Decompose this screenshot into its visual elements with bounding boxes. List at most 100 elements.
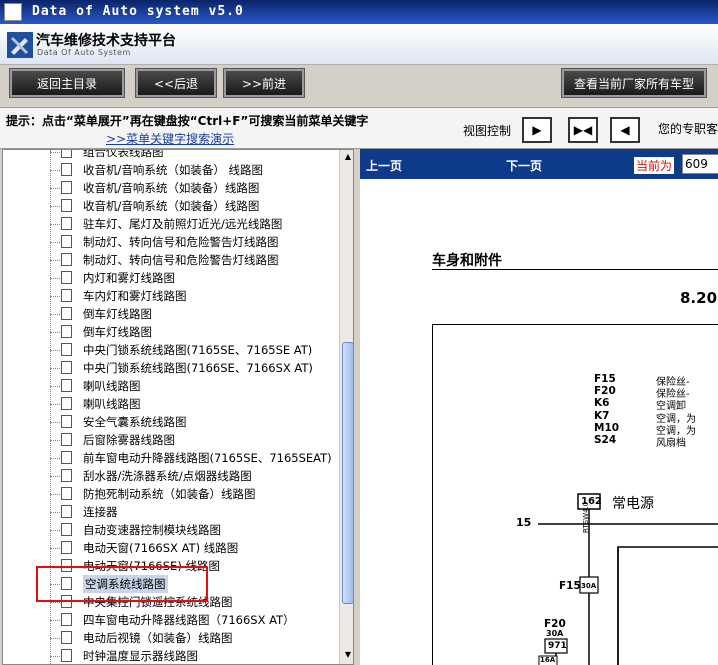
- tree-connector: [50, 368, 60, 369]
- tree-connector: [50, 620, 60, 621]
- tree-connector: [50, 494, 60, 495]
- all-models-button[interactable]: 查看当前厂家所有车型: [561, 68, 707, 98]
- tree-item[interactable]: 电动天窗(7166SX AT) 线路图: [83, 539, 238, 557]
- view-expand-right-button[interactable]: ▶: [522, 117, 552, 143]
- tree-item[interactable]: 喇叭线路图: [83, 377, 141, 395]
- document-icon: [61, 631, 72, 644]
- tree-item[interactable]: 前车窗电动升降器线路图(7165SE、7165SEAT): [83, 449, 332, 467]
- relay-box: [617, 546, 718, 665]
- tree-item[interactable]: 内灯和雾灯线路图: [83, 269, 175, 287]
- search-demo-link[interactable]: >>菜单关键字搜索演示: [106, 130, 234, 147]
- tree-item[interactable]: 收音机/音响系统（如装备） 线路图: [83, 161, 263, 179]
- window-title: Data of Auto system v5.0: [32, 4, 244, 19]
- tree-item[interactable]: 防抱死制动系统（如装备）线路图: [83, 485, 256, 503]
- tree-connector: [50, 386, 60, 387]
- f20-amp: 30A: [546, 629, 564, 638]
- document-icon: [61, 613, 72, 626]
- tree-connector: [50, 512, 60, 513]
- tree-item[interactable]: 驻车灯、尾灯及前照灯近光/远光线路图: [83, 215, 282, 233]
- tree-item[interactable]: 倒车灯线路图: [83, 323, 152, 341]
- document-icon: [61, 379, 72, 392]
- tree-item[interactable]: 车内灯和雾灯线路图: [83, 287, 187, 305]
- scrollbar-thumb[interactable]: [342, 342, 353, 604]
- document-icon: [61, 325, 72, 338]
- tree-connector: [50, 404, 60, 405]
- tree-connector: [50, 332, 60, 333]
- document-icon: [61, 343, 72, 356]
- scroll-up-icon[interactable]: ▲: [342, 152, 353, 164]
- app-title: 汽车维修技术支持平台: [36, 33, 176, 49]
- tree-scrollbar[interactable]: ▲ ▼: [339, 150, 353, 664]
- document-icon: [61, 163, 72, 176]
- hint-bar: 提示：点击“菜单展开”再在键盘按“Ctrl+F”可搜索当前菜单关键字 >>菜单关…: [0, 107, 718, 149]
- document-pane: 上一页 下一页 当前为 609 车身和附件 8.20. F15保险丝-F20保险…: [360, 149, 718, 665]
- tree-item[interactable]: 组合仪表线路图: [83, 150, 164, 161]
- f15-amp: 30A: [581, 582, 597, 590]
- f20-code: 971: [548, 641, 567, 651]
- tree-item[interactable]: 倒车灯线路图: [83, 305, 152, 323]
- tree-item[interactable]: 刮水器/洗涤器系统/点烟器线路图: [83, 467, 252, 485]
- tree-connector: [50, 314, 60, 315]
- title-bar: Data of Auto system v5.0: [0, 0, 718, 24]
- wire-label: RTSW4.0: [582, 501, 590, 533]
- service-message: 您的专职客: [658, 122, 718, 136]
- view-expand-left-button[interactable]: ◀: [610, 117, 640, 143]
- tree-connector: [50, 152, 60, 153]
- arrow-left-icon: ◀: [620, 123, 630, 137]
- document-icon: [61, 181, 72, 194]
- tree-connector: [50, 278, 60, 279]
- tree-connector: [50, 188, 60, 189]
- tree-item[interactable]: 喇叭线路图: [83, 395, 141, 413]
- document-icon: [61, 361, 72, 374]
- tree-connector: [50, 206, 60, 207]
- document-icon: [61, 307, 72, 320]
- tree-connector: [50, 656, 60, 657]
- tree-connector: [50, 440, 60, 441]
- document-icon: [61, 433, 72, 446]
- document-icon: [61, 217, 72, 230]
- document-icon: [61, 505, 72, 518]
- tree-item[interactable]: 安全气囊系统线路图: [83, 413, 187, 431]
- wiring-diagram: [538, 493, 718, 665]
- tree-item[interactable]: 时钟温度显示器线路图: [83, 647, 198, 664]
- forward-button[interactable]: >>前进: [223, 68, 305, 98]
- tree-item[interactable]: 中央门锁系统线路图(7165SE、7165SE AT): [83, 341, 312, 359]
- hint-text: 提示：点击“菜单展开”再在键盘按“Ctrl+F”可搜索当前菜单关键字: [6, 114, 369, 128]
- document-icon: [61, 253, 72, 266]
- document-icon: [61, 397, 72, 410]
- back-button[interactable]: <<后退: [135, 68, 217, 98]
- split-arrows-icon: ▶◀: [573, 123, 593, 137]
- tree-item[interactable]: 制动灯、转向信号和危险警告灯线路图: [83, 251, 279, 269]
- tree-connector: [50, 476, 60, 477]
- tree-connector: [50, 350, 60, 351]
- tree-item[interactable]: 中央门锁系统线路图(7166SE、7166SX AT): [83, 359, 313, 377]
- tree-connector: [50, 638, 60, 639]
- arrow-right-icon: ▶: [532, 123, 542, 137]
- scroll-down-icon[interactable]: ▼: [342, 650, 353, 662]
- tree-item[interactable]: 自动变速器控制模块线路图: [83, 521, 221, 539]
- document-icon: [61, 235, 72, 248]
- tree-item[interactable]: 电动后视镜（如装备）线路图: [83, 629, 233, 647]
- tree-item[interactable]: 制动灯、转向信号和危险警告灯线路图: [83, 233, 279, 251]
- tree-item[interactable]: 收音机/音响系统（如装备）线路图: [83, 197, 259, 215]
- app-icon: [4, 3, 22, 21]
- tree-connector: [50, 422, 60, 423]
- document-icon: [61, 271, 72, 284]
- home-button[interactable]: 返回主目录: [9, 68, 125, 98]
- tree-item[interactable]: 收音机/音响系统（如装备）线路图: [83, 179, 259, 197]
- view-split-button[interactable]: ▶◀: [568, 117, 598, 143]
- document-icon: [61, 451, 72, 464]
- tree-connector: [50, 242, 60, 243]
- tree-item[interactable]: 后窗除雾器线路图: [83, 431, 175, 449]
- tree-connector: [50, 260, 60, 261]
- tree-connector: [50, 548, 60, 549]
- tree-item[interactable]: 连接器: [83, 503, 118, 521]
- document-icon: [61, 415, 72, 428]
- toolbar: 返回主目录 <<后退 >>前进 查看当前厂家所有车型: [0, 65, 718, 105]
- tree-item[interactable]: 四车窗电动升降器线路图（7166SX AT）: [83, 611, 295, 629]
- tree-connector: [50, 530, 60, 531]
- document-icon: [61, 523, 72, 536]
- document-icon: [61, 649, 72, 662]
- power-label: 常电源: [612, 496, 654, 512]
- bottom-amp: 16A: [540, 656, 556, 664]
